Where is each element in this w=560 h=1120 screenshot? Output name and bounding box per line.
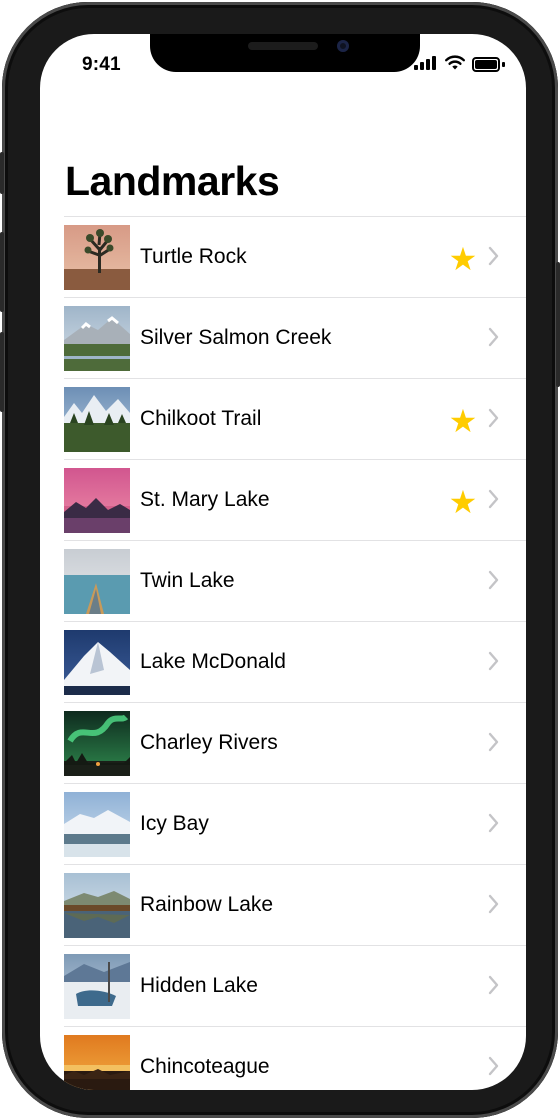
chevron-right-icon [488,1056,499,1076]
chevron-right-icon [488,570,499,590]
front-camera [337,40,349,52]
landmark-thumbnail [64,630,130,695]
landmark-thumbnail [64,792,130,857]
landmark-row[interactable]: Turtle Rock ★ [64,217,526,298]
chevron-right-icon [488,489,499,509]
notch [150,34,420,72]
cellular-signal-icon [414,54,438,72]
status-time: 9:41 [82,54,121,75]
landmark-name: Turtle Rock [140,245,247,268]
landmark-name: Charley Rivers [140,731,278,754]
landmark-thumbnail [64,711,130,776]
favorite-star-icon: ★ [448,240,478,278]
side-button [556,262,560,387]
landmark-list[interactable]: Turtle Rock ★ Silver Salmon Creek Chilkoot … [64,216,526,1090]
landmark-row[interactable]: Chilkoot Trail ★ [64,379,526,460]
landmark-thumbnail [64,387,130,452]
landmark-name: Icy Bay [140,812,209,835]
landmark-thumbnail [64,549,130,614]
landmark-name: St. Mary Lake [140,488,270,511]
volume-down-button [0,332,4,412]
landmark-row[interactable]: Hidden Lake [64,946,526,1027]
landmark-name: Lake McDonald [140,650,286,673]
landmark-row[interactable]: Charley Rivers [64,703,526,784]
screen: 9:41 Landmarks Turtle Rock ★ Silver Salmon… [40,34,526,1090]
chevron-right-icon [488,246,499,266]
phone-frame: 9:41 Landmarks Turtle Rock ★ Silver Salmon… [0,2,560,1118]
landmark-thumbnail [64,954,130,1019]
landmark-thumbnail [64,306,130,371]
landmark-thumbnail [64,873,130,938]
landmark-row[interactable]: Icy Bay [64,784,526,865]
landmark-name: Chincoteague [140,1055,270,1078]
landmark-thumbnail [64,225,130,290]
chevron-right-icon [488,408,499,428]
landmark-row[interactable]: St. Mary Lake ★ [64,460,526,541]
wifi-icon [445,55,465,70]
landmark-name: Rainbow Lake [140,893,274,916]
chevron-right-icon [488,894,499,914]
mute-switch [0,152,4,194]
landmark-name: Twin Lake [140,569,235,592]
status-icons [414,54,505,74]
landmark-row[interactable]: Rainbow Lake [64,865,526,946]
favorite-star-icon: ★ [448,402,478,440]
chevron-right-icon [488,327,499,347]
landmark-thumbnail [64,468,130,533]
volume-up-button [0,232,4,312]
battery-icon [472,54,505,72]
favorite-star-icon: ★ [448,483,478,521]
landmark-row[interactable]: Twin Lake [64,541,526,622]
landmark-name: Chilkoot Trail [140,407,262,430]
chevron-right-icon [488,732,499,752]
landmark-row[interactable]: Chincoteague [64,1027,526,1090]
landmark-name: Silver Salmon Creek [140,326,332,349]
landmark-name: Hidden Lake [140,974,258,997]
nav-title: Landmarks [65,158,280,204]
chevron-right-icon [488,975,499,995]
landmark-thumbnail [64,1035,130,1090]
landmark-row[interactable]: Lake McDonald [64,622,526,703]
speaker-grille [248,42,318,50]
chevron-right-icon [488,813,499,833]
landmark-row[interactable]: Silver Salmon Creek [64,298,526,379]
chevron-right-icon [488,651,499,671]
